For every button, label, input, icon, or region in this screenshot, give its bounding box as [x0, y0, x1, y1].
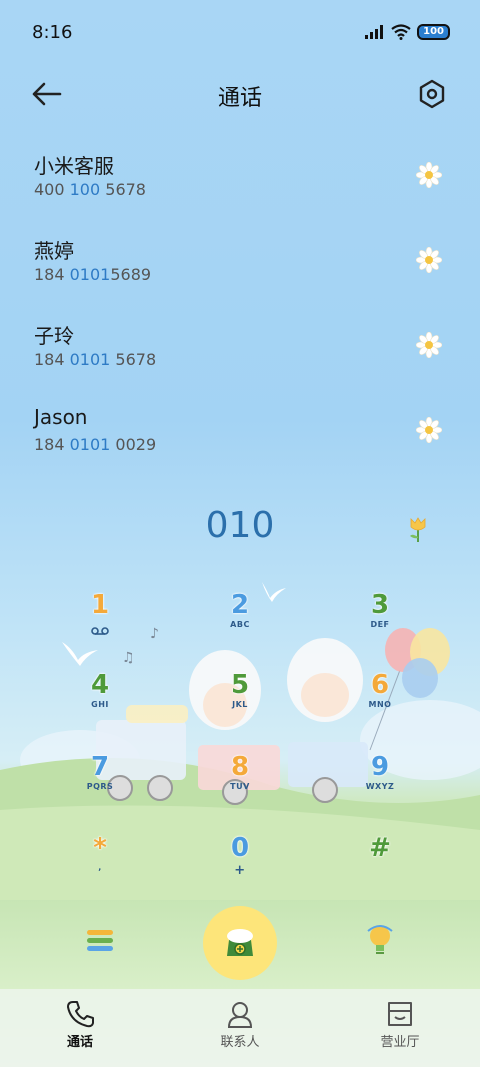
daisy-icon: [416, 247, 442, 273]
phone-icon: [67, 1001, 94, 1028]
key-letters: PQRS: [86, 782, 114, 791]
key-letters: ,: [98, 863, 102, 872]
key-letters: MNO: [368, 700, 392, 709]
contact-name: 小米客服: [34, 154, 114, 178]
contact-number: 184 0101 0029: [34, 435, 156, 454]
bulb-button[interactable]: [366, 923, 394, 957]
nav-item-store[interactable]: 营业厅: [320, 989, 480, 1067]
nav-item-calls[interactable]: 通话: [0, 989, 160, 1067]
number-suffix: 5678: [110, 350, 157, 369]
key-8[interactable]: 8 TUV: [190, 752, 290, 822]
number-match: 0101: [69, 350, 111, 369]
number-match: 0101: [69, 265, 111, 284]
key-digit: 0: [230, 833, 250, 863]
contact-item[interactable]: 燕婷 184 01015689: [0, 225, 480, 310]
key-7[interactable]: 7 PQRS: [50, 752, 150, 822]
action-row: [0, 905, 480, 985]
number-prefix: 184: [34, 350, 70, 369]
key-digit: 1: [90, 590, 110, 620]
key-star[interactable]: * ,: [50, 833, 150, 903]
key-digit: 5: [230, 670, 250, 700]
number-suffix: 0029: [110, 435, 157, 454]
number-prefix: 400: [34, 180, 70, 199]
key-letters: GHI: [91, 700, 109, 709]
call-phone-icon: [227, 929, 253, 956]
daisy-icon: [416, 162, 442, 188]
key-letters: +: [234, 863, 246, 878]
settings-button[interactable]: [416, 78, 448, 110]
key-5[interactable]: 5 JKL: [190, 670, 290, 740]
contact-number: 184 01015689: [34, 265, 151, 284]
bottom-nav: 通话 联系人 营业厅: [0, 989, 480, 1067]
wifi-icon: [391, 24, 411, 40]
call-button[interactable]: [203, 906, 277, 980]
key-digit: 4: [90, 670, 110, 700]
contact-number: 400 100 5678: [34, 180, 146, 199]
contact-number: 184 0101 5678: [34, 350, 156, 369]
daisy-icon: [416, 417, 442, 443]
contact-name: 燕婷: [34, 239, 74, 263]
key-letters: WXYZ: [365, 782, 395, 791]
key-9[interactable]: 9 WXYZ: [330, 752, 430, 822]
key-digit: *: [93, 833, 107, 863]
svg-text:♪: ♪: [150, 626, 159, 642]
number-suffix: 5678: [100, 180, 146, 199]
contact-person-icon: [227, 1002, 253, 1028]
key-hash[interactable]: #: [330, 833, 430, 903]
status-time: 8:16: [32, 22, 73, 43]
status-bar: 8:16 100: [0, 0, 480, 68]
key-digit: 2: [230, 590, 250, 620]
number-match: 0101: [69, 435, 111, 454]
tulip-icon[interactable]: [406, 515, 430, 543]
key-digit: 8: [230, 752, 250, 782]
page-title: 通话: [217, 86, 262, 111]
menu-button[interactable]: [86, 927, 114, 955]
contact-name: 子玲: [34, 324, 74, 348]
lightbulb-icon: [367, 925, 393, 954]
key-digit: #: [369, 833, 391, 863]
contact-item[interactable]: 子玲 184 0101 5678: [0, 310, 480, 395]
number-suffix: 5689: [110, 265, 152, 284]
key-digit: 3: [370, 590, 390, 620]
key-2[interactable]: 2 ABC: [190, 590, 290, 660]
key-digit: 9: [370, 752, 390, 782]
daisy-icon: [416, 332, 442, 358]
settings-hexagon-icon: [419, 79, 445, 109]
nav-label: 联系人: [220, 1035, 260, 1050]
number-prefix: 184: [34, 265, 70, 284]
nav-label: 营业厅: [380, 1035, 420, 1050]
key-letters: JKL: [232, 700, 248, 709]
key-0[interactable]: 0 +: [190, 833, 290, 903]
key-4[interactable]: 4 GHI: [50, 670, 150, 740]
store-icon: [388, 1002, 412, 1026]
key-digit: 7: [90, 752, 110, 782]
number-prefix: 184: [34, 435, 70, 454]
menu-lines-icon: [87, 930, 113, 951]
key-digit: 6: [370, 670, 390, 700]
key-letters: TUV: [230, 782, 250, 791]
key-6[interactable]: 6 MNO: [330, 670, 430, 740]
nav-item-contacts[interactable]: 联系人: [160, 989, 320, 1067]
header: 通话: [0, 72, 480, 116]
number-match: 100: [69, 180, 101, 199]
key-letters: DEF: [370, 620, 390, 629]
key-letters: ABC: [230, 620, 250, 629]
nav-label: 通话: [66, 1035, 93, 1050]
battery-indicator: 100: [417, 24, 450, 40]
key-1[interactable]: 1: [50, 590, 150, 660]
contact-list: 小米客服 400 100 5678 燕婷 184 01015689 子玲 184…: [0, 140, 480, 480]
voicemail-icon: [91, 627, 109, 635]
contact-name: Jason: [34, 405, 88, 429]
key-3[interactable]: 3 DEF: [330, 590, 430, 660]
status-icons: 100: [365, 24, 450, 40]
contact-item[interactable]: 小米客服 400 100 5678: [0, 140, 480, 225]
signal-icon: [365, 25, 384, 39]
contact-item[interactable]: Jason 184 0101 0029: [0, 395, 480, 480]
